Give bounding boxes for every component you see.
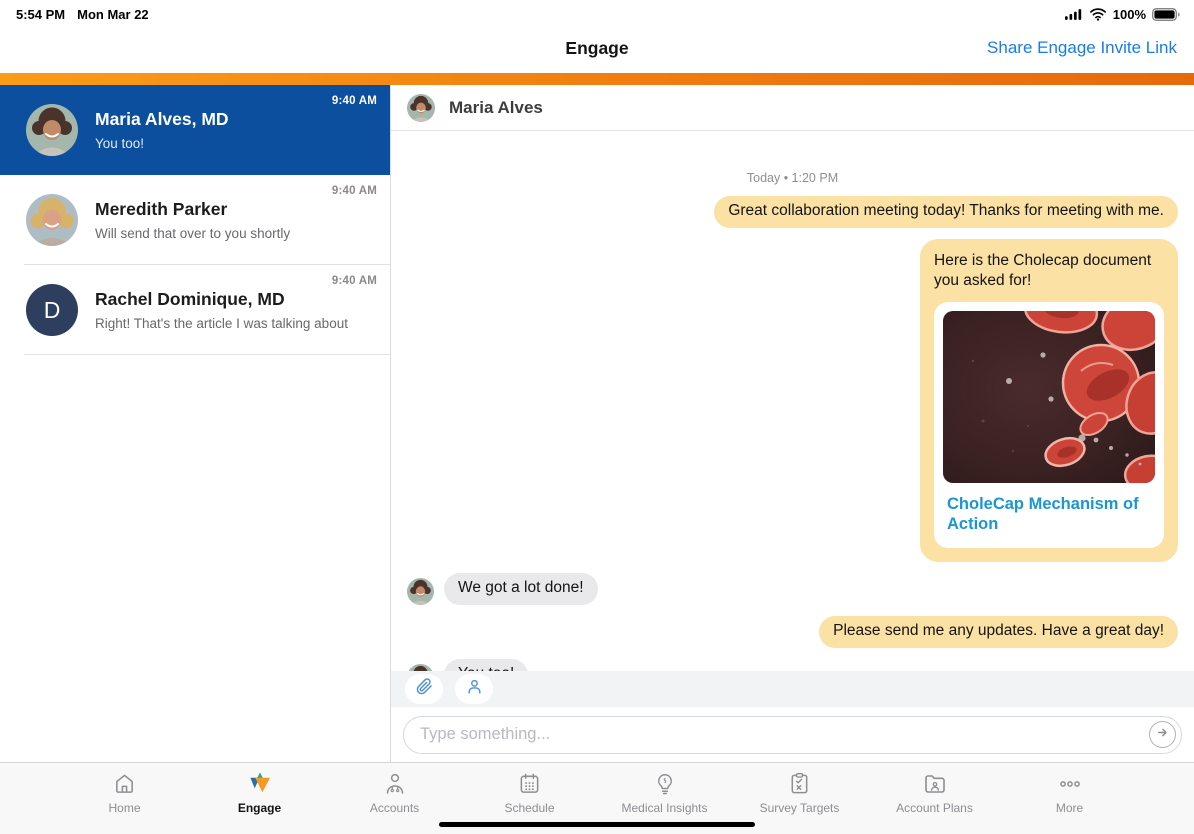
send-arrow-icon [1155,725,1170,745]
conversation-item-maria-alves[interactable]: 9:40 AM Maria Alves, MD You too! [0,85,390,175]
document-title-link[interactable]: CholeCap Mechanism of Action [943,494,1155,535]
medical-insights-icon [651,770,678,797]
message-row: Please send me any updates. Have a great… [407,616,1178,648]
tab-label: Engage [238,801,281,815]
conversation-time: 9:40 AM [332,95,377,107]
incoming-message-bubble: We got a lot done! [444,573,598,605]
outgoing-document-bubble: Here is the Cholecap document you asked … [920,239,1178,562]
status-bar: 5:54 PM Mon Mar 22 100% [0,0,1194,24]
conversation-preview: You too! [95,136,229,151]
engage-app-screen: 5:54 PM Mon Mar 22 100% Engage Share Eng… [0,0,1194,834]
chat-panel: Maria Alves Today • 1:20 PM Great collab… [391,85,1194,762]
conversation-time: 9:40 AM [332,185,377,197]
battery-percent: 100% [1113,7,1146,22]
chat-contact-avatar [407,94,435,122]
battery-icon [1152,8,1180,21]
tab-label: Medical Insights [621,801,707,815]
message-row: Here is the Cholecap document you asked … [407,239,1178,562]
outgoing-message-bubble: Please send me any updates. Have a great… [819,616,1178,648]
schedule-icon [516,770,543,797]
account-plans-icon [921,770,948,797]
message-thread[interactable]: Today • 1:20 PM Great collaboration meet… [391,131,1194,671]
conversation-preview: Right! That's the article I was talking … [95,316,348,331]
composer-toolbar [391,671,1194,707]
tab-label: Home [108,801,140,815]
message-row: We got a lot done! [407,573,1178,605]
tab-label: Account Plans [896,801,973,815]
conversation-item-meredith-parker[interactable]: 9:40 AM Meredith Parker Will send that o… [0,175,390,265]
chat-header: Maria Alves [391,85,1194,131]
bottom-tab-bar: Home Engage Accounts Schedule Medical In… [0,762,1194,834]
avatar [26,104,78,156]
avatar-initial: D [26,284,78,336]
home-indicator[interactable] [439,822,755,827]
status-time: 5:54 PM [16,7,65,22]
tab-label: Accounts [370,801,419,815]
document-thumbnail-blood-cells [943,311,1155,483]
message-composer [391,707,1194,762]
accounts-icon [381,770,408,797]
tab-engage[interactable]: Engage [192,770,327,834]
tab-label: Schedule [504,801,554,815]
home-icon [111,770,138,797]
avatar [407,578,434,605]
document-card[interactable]: CholeCap Mechanism of Action [934,302,1164,548]
orange-accent-bar [0,73,1194,85]
nav-header: Engage Share Engage Invite Link [0,24,1194,73]
tab-account-plans[interactable]: Account Plans [867,770,1002,834]
paperclip-icon [416,678,433,700]
tab-home[interactable]: Home [57,770,192,834]
more-icon [1056,770,1083,797]
attach-file-button[interactable] [405,674,443,704]
chat-contact-name: Maria Alves [449,98,543,118]
date-separator: Today • 1:20 PM [407,171,1178,185]
person-icon [466,678,483,700]
conversation-list: 9:40 AM Maria Alves, MD You too! 9:40 AM… [0,85,391,762]
status-date: Mon Mar 22 [77,7,149,22]
share-engage-invite-link[interactable]: Share Engage Invite Link [987,38,1177,58]
share-contact-button[interactable] [455,674,493,704]
message-row: You too! [407,659,1178,671]
tab-label: Survey Targets [760,801,840,815]
engage-logo-icon [246,770,273,797]
conversation-time: 9:40 AM [332,275,377,287]
tab-more[interactable]: More [1002,770,1137,834]
incoming-message-bubble: You too! [444,659,528,671]
tab-label: More [1056,801,1083,815]
avatar [407,664,434,671]
message-text: Here is the Cholecap document you asked … [934,251,1164,292]
conversation-name: Meredith Parker [95,199,290,220]
page-title: Engage [565,38,628,59]
avatar [26,194,78,246]
conversation-name: Maria Alves, MD [95,109,229,130]
message-row: Great collaboration meeting today! Thank… [407,196,1178,228]
survey-targets-icon [786,770,813,797]
outgoing-message-bubble: Great collaboration meeting today! Thank… [714,196,1178,228]
conversation-preview: Will send that over to you shortly [95,226,290,241]
cellular-signal-icon [1065,9,1083,20]
wifi-icon [1089,7,1107,21]
message-input[interactable] [403,716,1182,754]
conversation-name: Rachel Dominique, MD [95,289,348,310]
send-button[interactable] [1149,721,1176,748]
conversation-item-rachel-dominique[interactable]: 9:40 AM D Rachel Dominique, MD Right! Th… [0,265,390,355]
